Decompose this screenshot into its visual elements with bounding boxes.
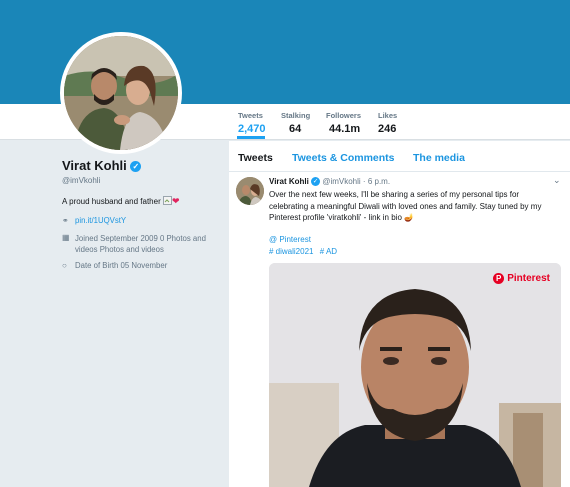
stat-likes-value: 246	[378, 123, 397, 135]
tweet-author-avatar[interactable]	[236, 177, 264, 205]
tweet-media-image[interactable]: P Pinterest	[269, 263, 561, 487]
tweet-link[interactable]: @ Pinterest	[269, 235, 311, 244]
tweet-dot: ·	[362, 177, 366, 186]
stat-tweets[interactable]: Tweets 2,470	[238, 111, 266, 135]
profile-card: Virat Kohli ✓ @imVkohli A proud husband …	[62, 158, 222, 270]
hashtag-link[interactable]: # diwali2021	[269, 247, 313, 256]
tab-tweets-comments[interactable]: Tweets & Comments	[292, 152, 395, 164]
profile-joined: Joined September 2009 0 Photos and video…	[75, 234, 206, 254]
profile-name-row: Virat Kohli ✓	[62, 158, 222, 173]
pinterest-badge: P Pinterest	[493, 273, 550, 284]
profile-bio-row: A proud husband and father ❤	[62, 196, 222, 207]
calendar-icon: ▦	[62, 233, 70, 242]
tweet-body: Over the next few weeks, I'll be sharing…	[269, 189, 553, 224]
profile-birth: Date of Birth 05 November	[75, 261, 168, 270]
profile-website-row: ⚭ pin.it/1UQVstY	[62, 216, 222, 225]
tweet-author-name[interactable]: Virat Kohli	[269, 177, 309, 186]
broken-image-icon	[162, 196, 172, 205]
stat-stalking[interactable]: Stalking 64	[281, 111, 310, 135]
heart-icon: ❤	[171, 196, 180, 206]
stat-tweets-value: 2,470	[238, 123, 266, 135]
diya-icon: 🪔	[404, 213, 415, 222]
pinterest-logo-icon: P	[493, 273, 505, 284]
avatar-photo	[64, 36, 178, 150]
profile-name[interactable]: Virat Kohli	[62, 158, 127, 173]
stat-tweets-label: Tweets	[238, 111, 263, 120]
stat-likes-label: Likes	[378, 111, 398, 120]
link-icon: ⚭	[62, 216, 69, 225]
profile-website-link[interactable]: pin.it/1UQVstY	[75, 216, 126, 225]
tweet-header: Virat Kohli ✓ @imVkohli · 6 p.m.	[269, 177, 390, 186]
profile-handle[interactable]: @imVkohli	[62, 176, 222, 185]
profile-bio: A proud husband and father	[62, 197, 161, 206]
stat-followers-label: Followers	[326, 111, 362, 120]
tweet-author-handle[interactable]: @imVkohli	[322, 177, 360, 186]
profile-birth-row: ○ Date of Birth 05 November	[62, 261, 222, 270]
stat-active-indicator	[237, 136, 265, 139]
timeline-tabs: Tweets Tweets & Comments The media	[229, 141, 570, 172]
tweet-time[interactable]: 6 p.m.	[368, 177, 390, 186]
verified-badge-icon: ✓	[311, 177, 321, 186]
stat-followers-value: 44.1m	[329, 123, 361, 135]
chevron-down-icon[interactable]: ⌄	[553, 175, 561, 186]
tab-tweets[interactable]: Tweets	[238, 152, 273, 164]
stat-likes[interactable]: Likes 246	[378, 111, 397, 135]
verified-badge-icon: ✓	[130, 161, 142, 172]
stat-stalking-label: Stalking	[281, 111, 311, 120]
tweet-hashtags: # diwali2021 # AD	[269, 247, 341, 256]
timeline-panel: Tweets Tweets & Comments The media Virat…	[229, 141, 570, 487]
balloon-icon: ○	[62, 261, 67, 270]
pinterest-wordmark: Pinterest	[507, 273, 550, 284]
tab-media[interactable]: The media	[413, 152, 465, 164]
media-photo	[269, 263, 561, 487]
stat-stalking-value: 64	[289, 123, 302, 135]
profile-joined-row: ▦ Joined September 2009 0 Photos and vid…	[62, 233, 222, 255]
tweet-avatar-photo	[236, 177, 264, 205]
hashtag-link[interactable]: # AD	[320, 247, 337, 256]
profile-avatar[interactable]	[60, 32, 182, 154]
stat-followers[interactable]: Followers 44.1m	[326, 111, 361, 135]
